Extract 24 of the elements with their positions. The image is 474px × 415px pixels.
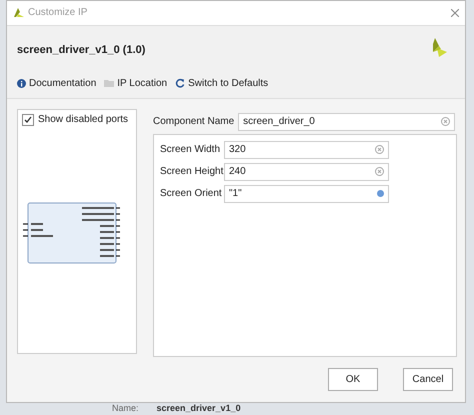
field-label: Screen Orient — [160, 188, 220, 200]
toolbar-link[interactable]: Documentation — [17, 78, 96, 88]
window-title: Customize IP — [28, 7, 88, 18]
field-label: Component Name — [153, 116, 234, 128]
app-logo-icon — [13, 7, 24, 18]
parameter-field[interactable]: "1" — [224, 184, 389, 203]
component-name-field[interactable]: screen_driver_0 — [238, 112, 455, 131]
toolbar-link[interactable]: Switch to Defaults — [175, 78, 268, 88]
parameter-field[interactable]: 320 — [224, 140, 389, 159]
field-label: Screen Width — [160, 144, 220, 156]
field-value: screen_driver_v1_0 — [156, 403, 241, 413]
clear-icon[interactable] — [441, 117, 450, 126]
toolbar-link[interactable]: IP Location — [104, 78, 168, 88]
cancel-button[interactable]: Cancel — [403, 368, 453, 391]
parameter-field[interactable]: 240 — [224, 162, 389, 181]
field-label: Name: — [112, 403, 139, 413]
ok-button[interactable]: OK — [328, 368, 378, 391]
refresh-icon — [175, 78, 186, 88]
clear-icon[interactable] — [375, 145, 384, 154]
ip-title: screen_driver_v1_0 (1.0) — [17, 44, 146, 56]
clear-icon[interactable] — [375, 167, 384, 176]
check-icon — [24, 116, 32, 124]
folder-icon — [104, 79, 114, 87]
close-icon[interactable] — [451, 8, 459, 17]
